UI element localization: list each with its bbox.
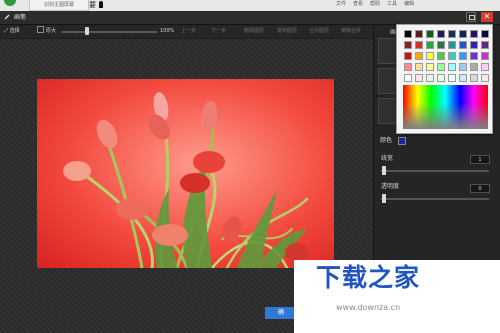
color-swatch-cell[interactable]: [404, 52, 412, 60]
color-swatch-cell[interactable]: [437, 63, 445, 71]
color-swatch-cell[interactable]: [459, 30, 467, 38]
tool-tile-3[interactable]: [378, 98, 398, 124]
menu-item[interactable]: 工具: [387, 0, 397, 10]
color-swatch-cell[interactable]: [481, 63, 489, 71]
color-swatch-cell[interactable]: [470, 74, 478, 82]
top-menu: 文件 查看 帮助 工具 编辑: [336, 0, 414, 10]
document-tab[interactable]: 识别主图屏幕: [29, 0, 89, 11]
menu-item[interactable]: 帮助: [370, 0, 380, 10]
opacity-label: 透明度: [381, 183, 400, 190]
color-swatch[interactable]: [398, 137, 406, 145]
color-swatch-cell[interactable]: [470, 41, 478, 49]
watermark-url: www.downza.cn: [336, 303, 401, 312]
user-icon: [99, 1, 104, 8]
color-swatch-cell[interactable]: [415, 74, 423, 82]
color-swatch-cell[interactable]: [459, 74, 467, 82]
original-size-label: 原大: [46, 28, 57, 34]
color-swatch-cell[interactable]: [481, 30, 489, 38]
menu-item[interactable]: 文件: [336, 0, 346, 10]
zoom-slider[interactable]: [62, 31, 157, 33]
color-swatch-cell[interactable]: [437, 41, 445, 49]
color-swatch-cell[interactable]: [404, 30, 412, 38]
color-label: 颜色: [380, 137, 393, 144]
original-size-toggle[interactable]: 原大: [37, 26, 56, 36]
color-swatch-cell[interactable]: [415, 41, 423, 49]
color-swatch-cell[interactable]: [448, 41, 456, 49]
menu-item[interactable]: 查看: [353, 0, 363, 10]
select-tool[interactable]: ⤢ 选择: [4, 26, 20, 36]
select-label: 选择: [9, 28, 20, 34]
copy-layer-button[interactable]: 复制图层: [277, 26, 297, 36]
line-width-label: 线宽: [381, 155, 394, 162]
pencil-icon: [4, 14, 10, 20]
zoom-slider-thumb[interactable]: [84, 27, 89, 35]
color-swatch-cell[interactable]: [426, 30, 434, 38]
dialog-title-bar: [0, 11, 500, 25]
line-width-slider[interactable]: [381, 170, 489, 172]
color-swatch-cell[interactable]: [437, 74, 445, 82]
color-swatch-cell[interactable]: [404, 74, 412, 82]
merge-layer-button[interactable]: 合并图层: [309, 26, 329, 36]
color-swatch-cell[interactable]: [437, 52, 445, 60]
redo-button[interactable]: 下一步: [211, 26, 226, 36]
color-swatch-cell[interactable]: [470, 30, 478, 38]
tool-tile-1[interactable]: [378, 38, 398, 64]
color-swatch-cell[interactable]: [437, 30, 445, 38]
color-swatch-cell[interactable]: [448, 74, 456, 82]
menu-item[interactable]: 编辑: [404, 0, 414, 10]
color-spectrum[interactable]: [403, 85, 488, 129]
zoom-value: 100%: [160, 28, 175, 34]
color-swatch-cell[interactable]: [470, 52, 478, 60]
color-swatch-cell[interactable]: [426, 41, 434, 49]
undo-button[interactable]: 上一步: [181, 26, 196, 36]
close-button[interactable]: ✕: [481, 12, 493, 22]
restore-button[interactable]: [466, 12, 476, 22]
color-swatch-cell[interactable]: [481, 41, 489, 49]
color-swatch-cell[interactable]: [415, 63, 423, 71]
color-swatch-cell[interactable]: [426, 63, 434, 71]
watermark-text: 下载之家: [316, 263, 421, 292]
color-swatch-cell[interactable]: [426, 52, 434, 60]
checkbox-icon: [37, 26, 44, 33]
line-width-slider-thumb[interactable]: [382, 166, 386, 175]
dialog-title: 画笔: [14, 14, 27, 21]
color-swatch-cell[interactable]: [459, 63, 467, 71]
swatch-grid: [404, 30, 489, 83]
color-swatch-cell[interactable]: [426, 74, 434, 82]
opacity-slider-thumb[interactable]: [382, 194, 386, 203]
opacity-slider[interactable]: [381, 198, 489, 200]
color-swatch-cell[interactable]: [448, 52, 456, 60]
tulips-photo[interactable]: [37, 79, 334, 268]
color-swatch-cell[interactable]: [404, 41, 412, 49]
color-swatch-cell[interactable]: [481, 74, 489, 82]
color-swatch-cell[interactable]: [470, 63, 478, 71]
tool-tile-2[interactable]: [378, 68, 398, 94]
user-name: 要: [89, 1, 96, 9]
color-swatch-cell[interactable]: [448, 30, 456, 38]
color-swatch-cell[interactable]: [415, 30, 423, 38]
tulips-image: [37, 79, 334, 268]
select-icon: ⤢: [4, 28, 9, 34]
ok-button[interactable]: 确: [265, 307, 297, 319]
undo-merge-button[interactable]: 撤销合并: [341, 26, 361, 36]
color-swatch-cell[interactable]: [415, 52, 423, 60]
color-swatch-cell[interactable]: [481, 52, 489, 60]
color-swatch-cell[interactable]: [448, 63, 456, 71]
color-swatch-cell[interactable]: [459, 41, 467, 49]
line-width-input[interactable]: 1: [470, 155, 490, 164]
user-area[interactable]: 要: [89, 0, 111, 10]
color-swatch-cell[interactable]: [404, 63, 412, 71]
delete-layer-button[interactable]: 删除图层: [244, 26, 264, 36]
opacity-input[interactable]: 0: [470, 184, 490, 193]
color-swatch-cell[interactable]: [459, 52, 467, 60]
